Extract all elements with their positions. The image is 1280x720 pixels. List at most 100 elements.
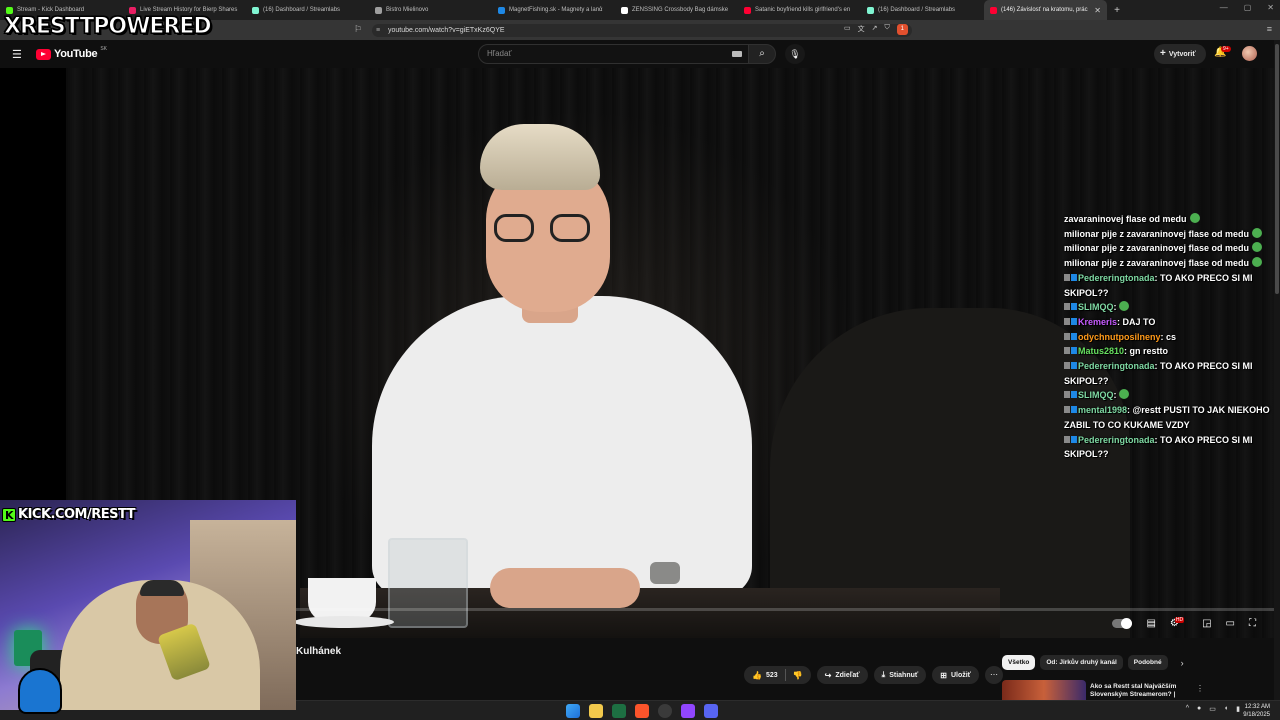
related-filter-chips: Všetko Od: Jirkův druhý kanál Podobné › (1002, 655, 1184, 670)
chat-emote-icon (1189, 213, 1200, 223)
clock-date: 9/18/2025 (1243, 712, 1270, 718)
filter-chip[interactable]: Všetko (1002, 655, 1036, 670)
fullscreen-icon[interactable]: ⛶ (1249, 618, 1256, 629)
network-icon[interactable]: ▭ (1209, 705, 1216, 713)
tab-favicon-icon (375, 6, 382, 14)
browser-tab[interactable]: MagnetFishing.sk - Magnety a lanά (492, 0, 615, 20)
share-button[interactable]: ↪ Zdieľať (816, 666, 868, 684)
chat-subscriber-badge-icon (1071, 303, 1077, 311)
create-button[interactable]: + Vytvoriť (1154, 44, 1206, 64)
youtube-logo[interactable]: YouTube SK (36, 46, 107, 60)
url-text: youtube.com/watch?v=giETxKz6QYE (388, 27, 505, 34)
discord-icon[interactable] (704, 704, 718, 718)
browser-tab[interactable]: Satanic boyfriend kills girlfriend's en (738, 0, 861, 20)
taskbar-clock[interactable]: 12:32 AM 9/18/2025 (1243, 703, 1270, 719)
cast-icon[interactable]: ▭ (844, 24, 851, 35)
dislike-icon[interactable]: 👎 (793, 671, 803, 680)
screen: Stream - Kick Dashboard Live Stream Histo… (0, 0, 1280, 720)
video-guest-glasses (494, 214, 594, 244)
browser-menu-icon[interactable]: ≡ (1267, 24, 1272, 34)
chat-subscriber-badge-icon (1071, 362, 1077, 370)
account-avatar[interactable] (1242, 46, 1257, 61)
hd-badge: HD (1174, 617, 1185, 623)
download-label: Stiahnuť (889, 671, 919, 679)
battery-icon[interactable]: ▮ (1236, 705, 1240, 713)
browser-tab[interactable]: (16) Dashboard / Streamlabs (861, 0, 984, 20)
browser-tab[interactable]: (146) Závislosť na kratomu, prác ✕ (984, 0, 1107, 20)
search-button[interactable]: ⌕ (748, 44, 776, 64)
page-scrollbar-thumb[interactable] (1275, 44, 1279, 294)
filter-chip[interactable]: Podobné (1127, 655, 1168, 670)
settings-gear-icon[interactable]: ⚙HD (1170, 617, 1188, 629)
mic-tray-icon[interactable]: ● (1197, 705, 1201, 713)
obs-icon[interactable] (658, 704, 672, 718)
file-explorer-icon[interactable] (589, 704, 603, 718)
youtube-wordmark: YouTube (54, 48, 98, 60)
brave-rewards-badge[interactable]: 1 (896, 24, 908, 35)
url-field[interactable]: ≡ youtube.com/watch?v=giETxKz6QYE (372, 24, 912, 37)
like-icon[interactable]: 👍 (752, 671, 762, 680)
browser-tab[interactable]: (16) Dashboard / Streamlabs (246, 0, 369, 20)
chat-message: milionar pije z zavaraninovej flase od m… (1064, 241, 1278, 256)
windows-start-icon[interactable] (566, 704, 580, 718)
chat-emote-icon (1119, 389, 1129, 400)
tab-close-icon[interactable]: ✕ (1094, 6, 1101, 15)
chat-subscriber-badge-icon (1071, 435, 1077, 443)
close-window-icon[interactable]: ✕ (1267, 3, 1274, 12)
more-actions-icon[interactable]: ⋯ (985, 666, 1004, 684)
chat-message: mental1998: @restt PUSTI TO JAK NIEKOHO … (1064, 403, 1278, 432)
voice-search-button[interactable]: 🎙 (785, 44, 805, 64)
like-divider (784, 669, 786, 681)
brave-browser-icon[interactable] (635, 704, 649, 718)
new-tab-button[interactable]: + (1107, 5, 1127, 16)
excel-icon[interactable] (612, 704, 626, 718)
guide-menu-icon[interactable]: ☰ (12, 48, 22, 61)
chat-subscriber-badge-icon (1071, 332, 1077, 340)
download-button[interactable]: ⤓ Stiahnuť (873, 666, 927, 684)
tab-label: MagnetFishing.sk - Magnety a lanά (509, 7, 603, 13)
chat-username: mental1998 (1078, 405, 1128, 416)
autoplay-toggle[interactable] (1112, 618, 1133, 629)
chat-badge-icon (1064, 303, 1070, 311)
chat-badge-icon (1064, 406, 1070, 414)
chat-emote-icon (1252, 242, 1263, 253)
chat-badge-icon (1064, 317, 1070, 325)
tray-chevron-icon[interactable]: ^ (1186, 705, 1189, 713)
chat-badge-icon (1064, 347, 1070, 355)
theater-mode-icon[interactable]: ▭ (1226, 618, 1235, 629)
tab-label: (146) Závislosť na kratomu, prác (1001, 7, 1088, 13)
recommended-title[interactable]: Ako sa Restt stal Najväčším Slovenským S… (1090, 683, 1198, 699)
share-icon[interactable]: ↗ (872, 24, 878, 35)
video-saucer (294, 616, 394, 628)
subtitles-icon[interactable]: ▤ (1146, 618, 1155, 629)
brave-shields-icon[interactable]: ⛉ (885, 24, 890, 35)
save-label: Uložiť (950, 671, 972, 679)
browser-tab[interactable]: Bistro Mielinovo (369, 0, 492, 20)
chat-text: milionar pije z zavaraninovej flase od m… (1064, 243, 1250, 254)
twitch-icon[interactable] (681, 704, 695, 718)
country-code: SK (100, 46, 107, 52)
chat-username: odychnutposilneny (1078, 331, 1161, 342)
chips-next-icon[interactable]: › (1181, 658, 1184, 668)
recommended-menu-icon[interactable]: ⋮ (1196, 684, 1204, 693)
translate-icon[interactable]: 文 (858, 24, 865, 35)
keyboard-icon[interactable] (732, 51, 742, 57)
minimize-icon[interactable]: — (1220, 3, 1228, 12)
filter-chip[interactable]: Od: Jirkův druhý kanál (1040, 655, 1123, 670)
maximize-icon[interactable]: ▢ (1244, 3, 1252, 12)
site-info-icon[interactable]: ≡ (376, 24, 380, 37)
volume-icon[interactable]: ◖ (1224, 705, 1228, 713)
chat-subscriber-badge-icon (1071, 273, 1077, 281)
save-button[interactable]: ⊞ Uložiť (932, 666, 980, 684)
chat-subscriber-badge-icon (1071, 347, 1077, 355)
search-placeholder: Hľadať (487, 49, 512, 58)
video-water-glass (388, 538, 468, 628)
recommended-video[interactable]: Ako sa Restt stal Najväčším Slovenským S… (1002, 680, 1204, 700)
search-input[interactable]: Hľadať (478, 44, 751, 64)
miniplayer-icon[interactable]: ◲ (1202, 618, 1211, 629)
browser-tab[interactable]: ZENSSING Crossbody Bag dámske (615, 0, 738, 20)
chat-subscriber-badge-icon (1071, 406, 1077, 414)
bookmark-icon[interactable]: ⚐ (354, 24, 362, 35)
recommended-thumbnail[interactable] (1002, 680, 1086, 700)
like-count[interactable]: 523 (766, 672, 778, 679)
